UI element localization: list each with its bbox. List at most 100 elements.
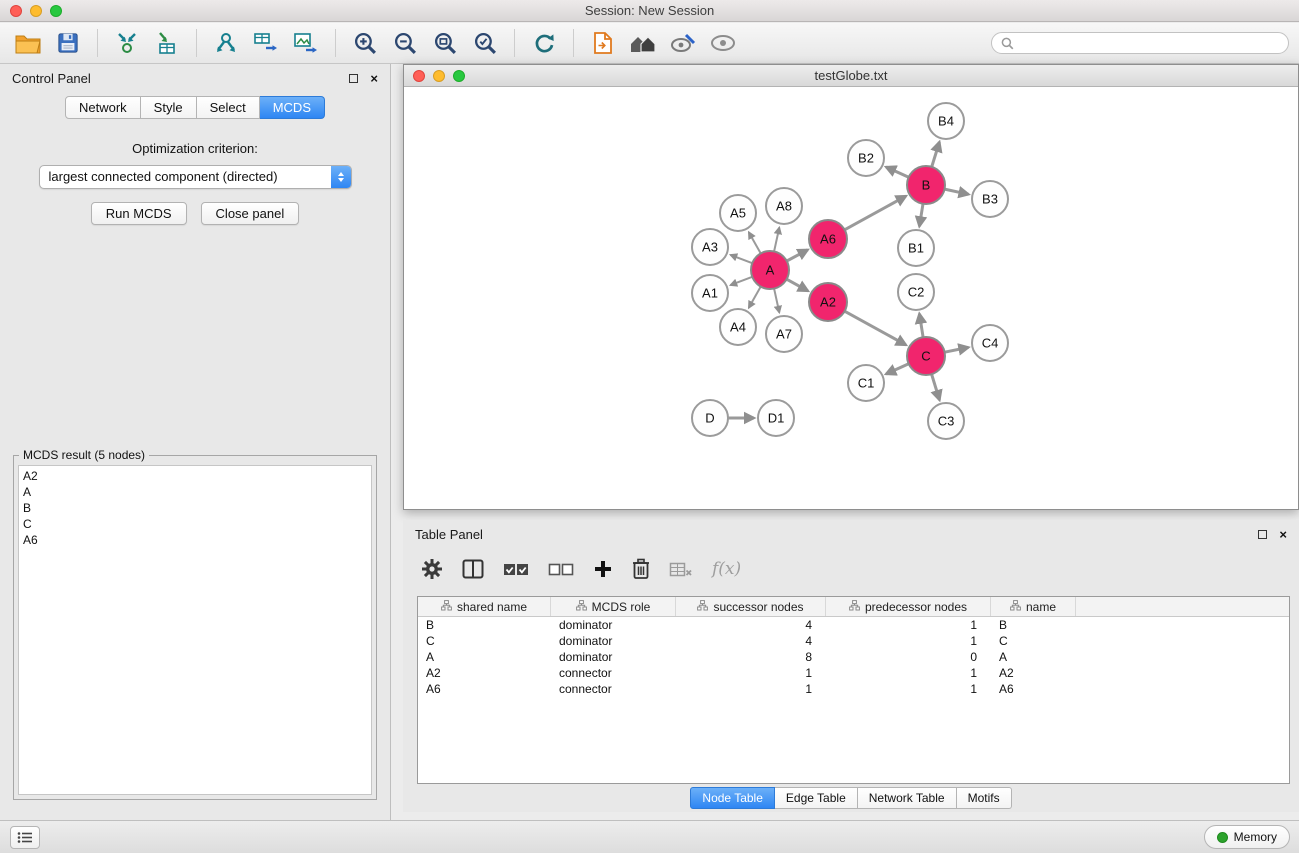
panel-list-button[interactable]	[10, 826, 40, 849]
refresh-layout-button[interactable]	[526, 27, 562, 59]
show-columns-button[interactable]	[462, 559, 484, 579]
table-row[interactable]: A2connector11A2	[418, 665, 1289, 681]
zoom-in-button[interactable]	[347, 27, 383, 59]
save-session-button[interactable]	[50, 27, 86, 59]
node-C[interactable]: C	[907, 337, 945, 375]
edge-C-C1[interactable]	[886, 364, 909, 374]
node-A1[interactable]: A1	[692, 275, 728, 311]
edge-A-A6[interactable]	[787, 250, 808, 261]
node-B[interactable]: B	[907, 166, 945, 204]
node-B4[interactable]: B4	[928, 103, 964, 139]
mcds-result-list[interactable]: A2ABCA6	[18, 465, 372, 795]
zoom-window-button[interactable]	[50, 5, 62, 17]
node-A5[interactable]: A5	[720, 195, 756, 231]
node-B3[interactable]: B3	[972, 181, 1008, 217]
import-table-button[interactable]	[149, 27, 185, 59]
delete-table-button[interactable]	[669, 560, 693, 578]
edge-A2-C[interactable]	[845, 311, 906, 345]
node-A7[interactable]: A7	[766, 316, 802, 352]
list-item[interactable]: C	[23, 516, 371, 532]
column-header-shared-name[interactable]: shared name	[418, 597, 551, 616]
node-A8[interactable]: A8	[766, 188, 802, 224]
zoom-out-button[interactable]	[387, 27, 423, 59]
column-header-name[interactable]: name	[991, 597, 1076, 616]
node-A3[interactable]: A3	[692, 229, 728, 265]
edge-B-B2[interactable]	[886, 167, 909, 177]
minimize-window-button[interactable]	[30, 5, 42, 17]
tab-mcds[interactable]: MCDS	[260, 96, 325, 119]
edge-C-C4[interactable]	[945, 347, 969, 352]
delete-column-button[interactable]	[632, 558, 650, 580]
column-header-MCDS-role[interactable]: MCDS role	[551, 597, 676, 616]
list-item[interactable]: B	[23, 500, 371, 516]
search-box[interactable]	[991, 32, 1289, 54]
node-D[interactable]: D	[692, 400, 728, 436]
export-network-button[interactable]	[208, 27, 244, 59]
tab-edge-table[interactable]: Edge Table	[775, 787, 858, 809]
edge-B-B4[interactable]	[932, 142, 940, 167]
zoom-selected-button[interactable]	[467, 27, 503, 59]
tab-network-table[interactable]: Network Table	[858, 787, 957, 809]
table-row[interactable]: A6connector11A6	[418, 681, 1289, 697]
node-C1[interactable]: C1	[848, 365, 884, 401]
network-zoom-button[interactable]	[453, 70, 465, 82]
criterion-dropdown[interactable]: largest connected component (directed)	[39, 165, 352, 189]
table-panel-close-button[interactable]: ×	[1279, 530, 1287, 539]
search-input[interactable]	[1020, 36, 1279, 50]
edge-A-A7[interactable]	[774, 289, 779, 313]
edge-A-A4[interactable]	[749, 287, 761, 308]
table-row[interactable]: Adominator80A	[418, 649, 1289, 665]
edge-B-B1[interactable]	[919, 204, 923, 227]
node-D1[interactable]: D1	[758, 400, 794, 436]
close-panel-button[interactable]: Close panel	[201, 202, 300, 225]
node-C4[interactable]: C4	[972, 325, 1008, 361]
list-item[interactable]: A6	[23, 532, 371, 548]
close-window-button[interactable]	[10, 5, 22, 17]
edge-A-A2[interactable]	[787, 279, 808, 291]
deselect-all-button[interactable]	[548, 560, 574, 578]
tab-motifs[interactable]: Motifs	[957, 787, 1012, 809]
column-header-successor-nodes[interactable]: successor nodes	[676, 597, 826, 616]
annotation-button[interactable]	[665, 27, 701, 59]
add-column-button[interactable]	[593, 559, 613, 579]
edge-A-A5[interactable]	[749, 232, 761, 253]
export-image-button[interactable]	[288, 27, 324, 59]
open-panel-button[interactable]	[585, 27, 621, 59]
export-table-button[interactable]	[248, 27, 284, 59]
show-hide-button[interactable]	[705, 27, 741, 59]
network-minimize-button[interactable]	[433, 70, 445, 82]
tab-node-table[interactable]: Node Table	[690, 787, 775, 809]
node-B1[interactable]: B1	[898, 230, 934, 266]
zoom-fit-button[interactable]	[427, 27, 463, 59]
network-canvas[interactable]: AA2A6BCA1A3A4A5A7A8B1B2B3B4C1C2C3C4DD1	[404, 88, 1298, 509]
node-C2[interactable]: C2	[898, 274, 934, 310]
table-row[interactable]: Bdominator41B	[418, 617, 1289, 633]
run-mcds-button[interactable]: Run MCDS	[91, 202, 187, 225]
memory-button[interactable]: Memory	[1204, 825, 1290, 849]
edge-A-A1[interactable]	[731, 277, 753, 285]
list-item[interactable]: A2	[23, 468, 371, 484]
list-item[interactable]: A	[23, 484, 371, 500]
home-view-button[interactable]	[625, 27, 661, 59]
edge-A6-B[interactable]	[845, 196, 906, 230]
node-A[interactable]: A	[751, 251, 789, 289]
edge-C-C2[interactable]	[919, 314, 923, 338]
node-C3[interactable]: C3	[928, 403, 964, 439]
control-panel-close-button[interactable]: ×	[370, 74, 378, 83]
table-row[interactable]: Cdominator41C	[418, 633, 1289, 649]
edge-A-A3[interactable]	[731, 255, 753, 263]
function-builder-button[interactable]: f(x)	[712, 559, 741, 579]
select-all-button[interactable]	[503, 560, 529, 578]
tab-select[interactable]: Select	[197, 96, 260, 119]
network-close-button[interactable]	[413, 70, 425, 82]
node-A4[interactable]: A4	[720, 309, 756, 345]
import-network-button[interactable]	[109, 27, 145, 59]
edge-A-A8[interactable]	[774, 228, 779, 252]
table-settings-button[interactable]	[421, 558, 443, 580]
node-B2[interactable]: B2	[848, 140, 884, 176]
edge-C-C3[interactable]	[932, 374, 940, 400]
control-panel-float-button[interactable]	[349, 74, 358, 83]
edge-B-B3[interactable]	[945, 189, 969, 194]
table-panel-float-button[interactable]	[1258, 530, 1267, 539]
node-A2[interactable]: A2	[809, 283, 847, 321]
